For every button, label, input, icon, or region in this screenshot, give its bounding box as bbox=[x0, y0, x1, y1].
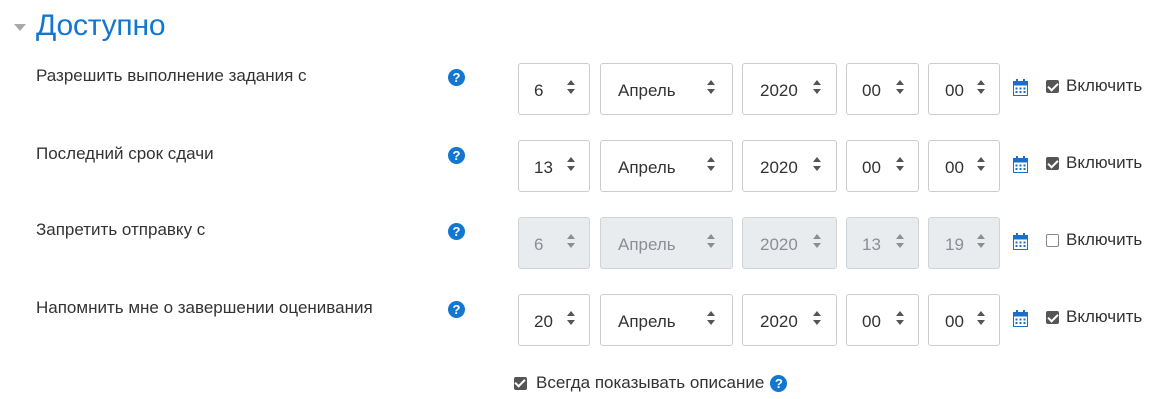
enable-label: Включить bbox=[1066, 230, 1143, 249]
minute-select-value: 00 bbox=[945, 312, 964, 331]
select-arrows-icon bbox=[567, 155, 575, 177]
day-select[interactable]: 20 bbox=[518, 294, 590, 346]
year-select-value: 2020 bbox=[760, 312, 798, 331]
enable-label: Включить bbox=[1066, 153, 1143, 172]
select-arrows-icon bbox=[567, 78, 575, 100]
select-arrows-icon bbox=[707, 309, 715, 331]
select-arrows-icon bbox=[896, 155, 904, 177]
month-select[interactable]: Апрель bbox=[600, 294, 733, 346]
year-select[interactable]: 2020 bbox=[742, 217, 837, 269]
select-arrows-icon bbox=[707, 232, 715, 254]
select-arrows-icon bbox=[813, 155, 821, 177]
minute-select-value: 19 bbox=[945, 235, 964, 254]
day-select[interactable]: 13 bbox=[518, 140, 590, 192]
help-icon[interactable]: ? bbox=[770, 374, 788, 392]
enable-label: Включить bbox=[1066, 307, 1143, 326]
calendar-icon[interactable] bbox=[1013, 233, 1028, 250]
minute-select[interactable]: 00 bbox=[928, 140, 1000, 192]
minute-select-value: 00 bbox=[945, 158, 964, 177]
select-arrows-icon bbox=[977, 155, 985, 177]
select-arrows-icon bbox=[567, 232, 575, 254]
day-select-value: 6 bbox=[534, 81, 544, 100]
day-select-value: 13 bbox=[534, 158, 553, 177]
select-arrows-icon bbox=[813, 309, 821, 331]
year-select[interactable]: 2020 bbox=[742, 63, 837, 115]
calendar-icon[interactable] bbox=[1013, 156, 1028, 173]
select-arrows-icon bbox=[813, 78, 821, 100]
date-row-label: Последний срок сдачи bbox=[36, 144, 214, 163]
minute-select[interactable]: 19 bbox=[928, 217, 1000, 269]
date-row: Запретить отправку с? 6 Апрель 2020 13 19 Вклю… bbox=[0, 217, 1157, 277]
enable-label: Включить bbox=[1066, 76, 1143, 95]
always-show-description-label: Всегда показывать описание bbox=[536, 373, 765, 392]
hour-select-value: 00 bbox=[862, 81, 881, 100]
select-arrows-icon bbox=[977, 232, 985, 254]
help-icon[interactable]: ? bbox=[448, 223, 465, 240]
month-select[interactable]: Апрель bbox=[600, 140, 733, 192]
month-select-value: Апрель bbox=[618, 312, 676, 331]
chevron-down-icon[interactable] bbox=[14, 23, 26, 31]
month-select-value: Апрель bbox=[618, 158, 676, 177]
month-select[interactable]: Апрель bbox=[600, 63, 733, 115]
day-select-value: 20 bbox=[534, 312, 553, 331]
select-arrows-icon bbox=[707, 155, 715, 177]
help-icon[interactable]: ? bbox=[448, 69, 465, 86]
select-arrows-icon bbox=[977, 78, 985, 100]
calendar-icon[interactable] bbox=[1013, 310, 1028, 327]
year-select-value: 2020 bbox=[760, 158, 798, 177]
date-row: Разрешить выполнение задания с? 6 Апрель 20… bbox=[0, 63, 1157, 123]
year-select[interactable]: 2020 bbox=[742, 140, 837, 192]
date-row-label: Запретить отправку с bbox=[36, 220, 206, 239]
select-arrows-icon bbox=[896, 78, 904, 100]
hour-select-value: 13 bbox=[862, 235, 881, 254]
minute-select[interactable]: 00 bbox=[928, 294, 1000, 346]
hour-select[interactable]: 00 bbox=[846, 140, 919, 192]
date-row-label: Напомнить мне о завершении оценивания bbox=[36, 298, 373, 317]
hour-select-value: 00 bbox=[862, 158, 881, 177]
section-header[interactable]: Доступно bbox=[14, 6, 166, 46]
date-row-label: Разрешить выполнение задания с bbox=[36, 66, 307, 85]
month-select[interactable]: Апрель bbox=[600, 217, 733, 269]
day-select[interactable]: 6 bbox=[518, 217, 590, 269]
select-arrows-icon bbox=[813, 232, 821, 254]
select-arrows-icon bbox=[977, 309, 985, 331]
hour-select[interactable]: 00 bbox=[846, 63, 919, 115]
always-show-description[interactable]: Всегда показывать описание ? bbox=[514, 371, 788, 395]
day-select[interactable]: 6 bbox=[518, 63, 590, 115]
hour-select[interactable]: 13 bbox=[846, 217, 919, 269]
date-row: Последний срок сдачи? 13 Апрель 2020 00 00 Вкл… bbox=[0, 140, 1157, 200]
section-title: Доступно bbox=[36, 9, 166, 42]
month-select-value: Апрель bbox=[618, 81, 676, 100]
date-row: Напомнить мне о завершении оценивания? 20… bbox=[0, 294, 1157, 354]
select-arrows-icon bbox=[707, 78, 715, 100]
year-select[interactable]: 2020 bbox=[742, 294, 837, 346]
help-icon[interactable]: ? bbox=[448, 147, 465, 164]
month-select-value: Апрель bbox=[618, 235, 676, 254]
minute-select[interactable]: 00 bbox=[928, 63, 1000, 115]
enable-checkbox[interactable] bbox=[1046, 311, 1059, 324]
hour-select-value: 00 bbox=[862, 312, 881, 331]
always-show-description-checkbox[interactable] bbox=[514, 376, 527, 390]
enable-checkbox[interactable] bbox=[1046, 234, 1059, 247]
help-icon[interactable]: ? bbox=[448, 301, 465, 318]
minute-select-value: 00 bbox=[945, 81, 964, 100]
select-arrows-icon bbox=[567, 309, 575, 331]
enable-checkbox[interactable] bbox=[1046, 157, 1059, 170]
calendar-icon[interactable] bbox=[1013, 79, 1028, 96]
select-arrows-icon bbox=[896, 232, 904, 254]
select-arrows-icon bbox=[896, 309, 904, 331]
hour-select[interactable]: 00 bbox=[846, 294, 919, 346]
day-select-value: 6 bbox=[534, 235, 544, 254]
enable-checkbox[interactable] bbox=[1046, 80, 1059, 93]
year-select-value: 2020 bbox=[760, 81, 798, 100]
year-select-value: 2020 bbox=[760, 235, 798, 254]
